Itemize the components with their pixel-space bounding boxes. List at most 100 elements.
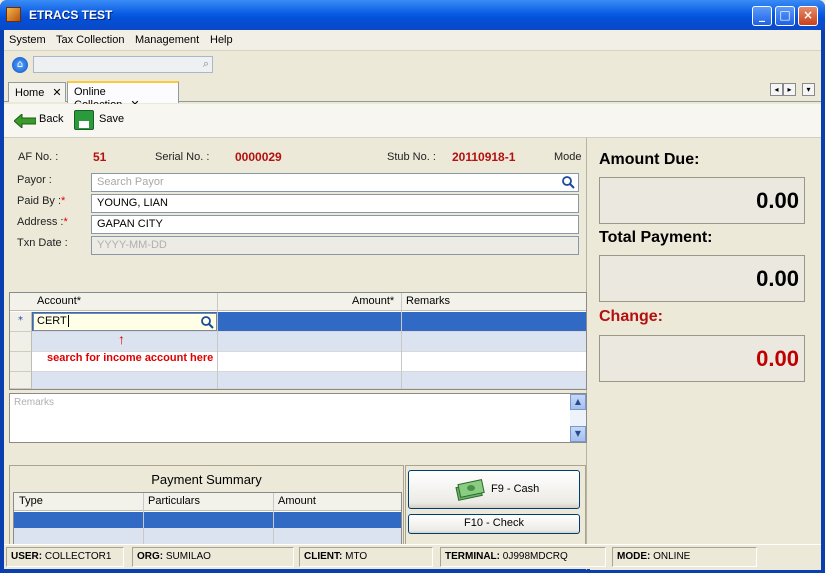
col-divider xyxy=(401,293,402,389)
status-client: CLIENT: MTO xyxy=(299,547,433,567)
account-input-value: CERT xyxy=(37,315,67,327)
payment-summary-title: Payment Summary xyxy=(151,472,262,487)
payor-placeholder: Search Payor xyxy=(97,176,164,188)
paidby-label: Paid By :* xyxy=(17,195,65,207)
text-cursor xyxy=(67,315,69,327)
search-icon[interactable] xyxy=(201,316,214,329)
paidby-label-text: Paid By : xyxy=(17,195,62,207)
cash-button[interactable]: F9 - Cash xyxy=(408,470,580,509)
af-value: 51 xyxy=(93,150,107,164)
status-org-value: SUMILAO xyxy=(165,551,211,562)
change-value: 0.00 xyxy=(599,335,805,382)
menu-help[interactable]: Help xyxy=(210,34,233,46)
status-terminal-label: TERMINAL: xyxy=(445,551,500,562)
totals-panel: Amount Due: 0.00 Total Payment: 0.00 Cha… xyxy=(590,138,821,570)
table-row[interactable] xyxy=(10,372,586,389)
scroll-up-icon[interactable]: ▲ xyxy=(570,394,586,410)
paidby-input[interactable]: YOUNG, LIAN xyxy=(91,194,579,213)
tab-home-label: Home xyxy=(15,87,45,99)
annotation-arrow: ↑ xyxy=(118,331,125,347)
status-client-value: MTO xyxy=(345,551,368,562)
row-header xyxy=(10,372,32,389)
row-header xyxy=(10,332,32,352)
minimize-button[interactable]: _ xyxy=(752,6,772,26)
menu-bar: System Tax Collection Management Help xyxy=(4,30,821,51)
app-window: ETRACS TEST _ □ × System Tax Collection … xyxy=(0,0,825,573)
account-items-grid: Account* Amount* Remarks * CERT ↑ search… xyxy=(9,292,587,390)
status-org-label: ORG: xyxy=(137,551,164,562)
change-label: Change: xyxy=(599,308,663,325)
maximize-button[interactable]: □ xyxy=(775,6,795,26)
menu-management[interactable]: Management xyxy=(135,34,199,46)
address-input[interactable]: ⌕ xyxy=(33,56,213,73)
required-marker: * xyxy=(61,195,66,207)
status-bar: USER: COLLECTOR1 ORG: SUMILAO CLIENT: MT… xyxy=(4,544,821,569)
serial-value: 0000029 xyxy=(235,150,282,164)
col-account[interactable]: Account* xyxy=(37,295,81,307)
col-type[interactable]: Type xyxy=(19,495,43,507)
required-marker: * xyxy=(63,216,68,228)
col-particulars[interactable]: Particulars xyxy=(148,495,200,507)
grid-header: Account* Amount* Remarks xyxy=(10,293,586,311)
col-divider xyxy=(217,293,218,389)
table-row[interactable] xyxy=(10,332,586,352)
annotation-text: search for income account here xyxy=(47,352,214,364)
remarks-textarea[interactable]: Remarks ▲ ▼ xyxy=(9,393,587,443)
tab-home[interactable]: Home ✕ xyxy=(8,82,66,102)
save-button[interactable]: Save xyxy=(99,113,124,125)
tab-scroll-left-icon[interactable]: ◂ xyxy=(770,83,783,96)
amount-due-value: 0.00 xyxy=(599,177,805,224)
close-button[interactable]: × xyxy=(798,6,818,26)
status-mode-value: ONLINE xyxy=(653,551,691,562)
col-amount[interactable]: Amount xyxy=(278,495,316,507)
back-button[interactable]: Back xyxy=(39,113,63,125)
table-row[interactable] xyxy=(14,528,401,544)
col-amount[interactable]: Amount* xyxy=(352,295,394,307)
menu-system[interactable]: System xyxy=(9,34,46,46)
table-row[interactable] xyxy=(14,512,401,528)
remarks-placeholder: Remarks xyxy=(14,397,55,408)
txndate-input[interactable]: YYYY-MM-DD xyxy=(91,236,579,255)
serial-label: Serial No. : xyxy=(155,151,210,163)
address-input[interactable]: GAPAN CITY xyxy=(91,215,579,234)
menu-tax-collection[interactable]: Tax Collection xyxy=(56,34,124,46)
status-client-label: CLIENT: xyxy=(304,551,343,562)
close-icon: × xyxy=(802,8,814,22)
close-tab-icon[interactable]: ✕ xyxy=(52,87,61,99)
status-mode: MODE: ONLINE xyxy=(612,547,757,567)
app-icon xyxy=(6,7,21,22)
af-label: AF No. : xyxy=(18,151,59,163)
col-remarks[interactable]: Remarks xyxy=(406,295,450,307)
tab-list-icon[interactable]: ▾ xyxy=(802,83,815,96)
tab-scroll-right-icon[interactable]: ▸ xyxy=(783,83,796,96)
amount-due-label: Amount Due: xyxy=(599,151,700,168)
scroll-down-icon[interactable]: ▼ xyxy=(570,426,586,442)
address-label: Address :* xyxy=(17,216,68,228)
status-terminal: TERMINAL: 0J998MDCRQ xyxy=(440,547,606,567)
payor-search-input[interactable]: Search Payor xyxy=(91,173,579,192)
stub-value: 20110918-1 xyxy=(452,150,516,164)
back-arrow-icon xyxy=(14,114,36,128)
account-search-input[interactable]: CERT xyxy=(33,313,217,331)
mode-label: Mode xyxy=(554,151,582,163)
home-icon[interactable]: ⌂ xyxy=(12,57,28,73)
collection-form: AF No. : 51 Serial No. : 0000029 Stub No… xyxy=(4,138,587,570)
status-user: USER: COLLECTOR1 xyxy=(6,547,124,567)
status-mode-label: MODE: xyxy=(617,551,651,562)
minimize-icon: _ xyxy=(759,8,765,22)
search-icon[interactable] xyxy=(562,176,575,189)
window-title: ETRACS TEST xyxy=(29,8,113,22)
save-icon xyxy=(74,110,94,130)
grid-header xyxy=(14,493,401,511)
status-org: ORG: SUMILAO xyxy=(132,547,294,567)
row-header xyxy=(10,352,32,372)
txndate-label: Txn Date : xyxy=(17,237,68,249)
tab-online-collection[interactable]: Online Collection✕ xyxy=(67,81,179,111)
tab-strip: Home ✕ Online Collection✕ ◂ ▸ ▾ xyxy=(4,80,821,111)
title-bar[interactable]: ETRACS TEST _ □ × xyxy=(0,0,825,30)
check-button[interactable]: F10 - Check xyxy=(408,514,580,534)
new-row-marker: * xyxy=(10,312,32,332)
scrollbar-track[interactable] xyxy=(570,410,586,426)
total-payment-value: 0.00 xyxy=(599,255,805,302)
address-label-text: Address : xyxy=(17,216,64,228)
